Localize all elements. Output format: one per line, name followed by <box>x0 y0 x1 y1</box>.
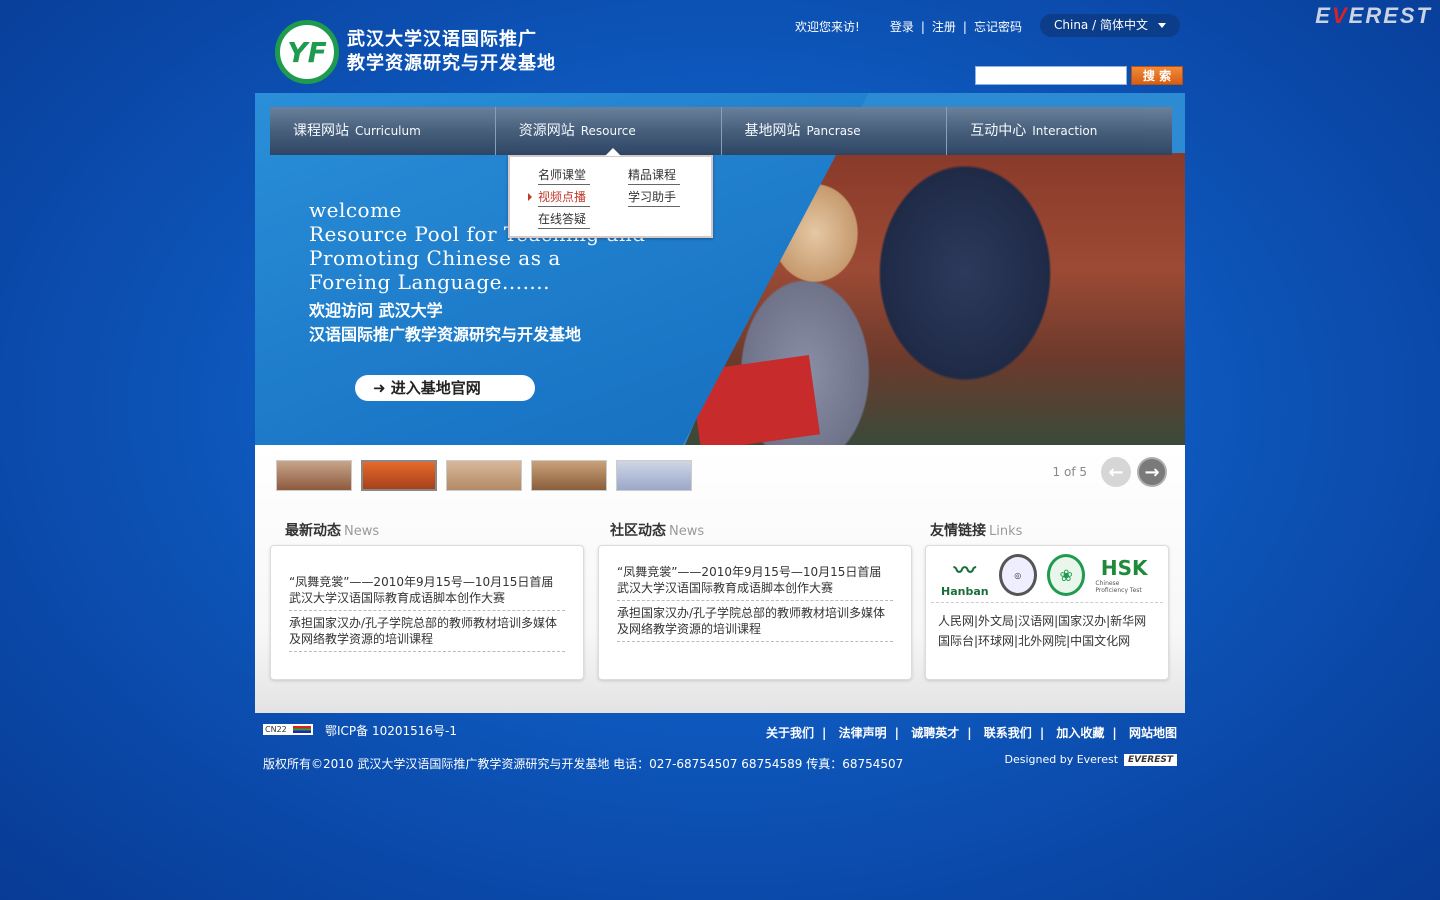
logo-emblem: YF <box>275 20 339 84</box>
thumbnail[interactable] <box>531 460 607 491</box>
partner-logos: 〰 Hanban ◎ ❀ HSK Chinese Proficiency Test <box>931 546 1163 603</box>
page-container: YF 武汉大学汉语国际推广 教学资源研究与开发基地 欢迎您来访! 登录 | 注册… <box>255 0 1185 900</box>
university-seal-logo[interactable]: ◎ <box>998 554 1037 596</box>
main-nav: 课程网站 Curriculum 资源网站 Resource 基地网站 Pancrase… <box>270 107 1172 155</box>
footer-link-legal[interactable]: 法律声明 <box>839 726 887 740</box>
dropdown-item[interactable]: 在线答疑 <box>538 211 590 229</box>
hero-banner: 课程网站 Curriculum 资源网站 Resource 基地网站 Pancrase… <box>255 93 1185 445</box>
friend-links: 人民网|外文局|汉语网|国家汉办|新华网 国际台|环球网|北外网院|中国文化网 <box>938 614 1147 648</box>
community-box: “凤舞竞裳”——2010年9月15号—10月15日首届武汉大学汉语国际教育成语脚… <box>598 545 912 680</box>
thumbnail-active[interactable] <box>361 460 437 491</box>
welcome-text: 欢迎您来访! <box>795 20 860 34</box>
news-item[interactable]: “凤舞竞裳”——2010年9月15号—10月15日首届武汉大学汉语国际教育成语脚… <box>289 570 565 611</box>
everest-mini-logo[interactable]: EVEREST <box>1124 753 1177 766</box>
search-input[interactable] <box>975 66 1127 85</box>
copyright-text: 版权所有©2010 武汉大学汉语国际推广教学资源研究与开发基地 电话：027-6… <box>263 757 904 771</box>
footer-link-sitemap[interactable]: 网站地图 <box>1129 726 1177 740</box>
thumbnail[interactable] <box>616 460 692 491</box>
site-logo[interactable]: YF 武汉大学汉语国际推广 教学资源研究与开发基地 <box>275 20 556 84</box>
icp-number: 鄂ICP备 10201516号-1 <box>325 724 458 738</box>
login-link[interactable]: 登录 <box>890 18 914 35</box>
links-title: 友情链接 Links <box>930 523 1023 539</box>
community-item[interactable]: “凤舞竞裳”——2010年9月15号—10月15日首届武汉大学汉语国际教育成语脚… <box>617 560 893 601</box>
news-title: 最新动态 News <box>285 523 380 539</box>
hanban-logo[interactable]: 〰 Hanban <box>941 554 989 598</box>
hsk-logo[interactable]: HSK Chinese Proficiency Test <box>1095 554 1153 596</box>
nav-item-pancrase[interactable]: 基地网站 Pancrase <box>722 107 948 155</box>
dropdown-item-active[interactable]: 视频点播 <box>528 189 590 207</box>
forgot-password-link[interactable]: 忘记密码 <box>974 18 1022 35</box>
news-item[interactable]: 承担国家汉办/孔子学院总部的教师教材培训多媒体及网络教学资源的培训课程 <box>289 611 565 652</box>
resource-dropdown: 名师课堂 精品课程 视频点播 学习助手 在线答疑 <box>508 148 713 238</box>
community-title: 社区动态 News <box>610 523 705 539</box>
top-links: 欢迎您来访! 登录 | 注册 | 忘记密码 <box>795 18 1022 35</box>
news-box: “凤舞竞裳”——2010年9月15号—10月15日首届武汉大学汉语国际教育成语脚… <box>270 545 584 680</box>
dropdown-item[interactable]: 学习助手 <box>628 189 680 207</box>
prev-arrow-icon[interactable]: ← <box>1101 457 1131 487</box>
slide-counter: 1 of 5 <box>1052 465 1087 479</box>
designed-by: Designed by Everest EVEREST <box>1004 753 1177 766</box>
enter-site-button[interactable]: ➜ 进入基地官网 <box>355 375 535 401</box>
thumbnail[interactable] <box>276 460 352 491</box>
community-item[interactable]: 承担国家汉办/孔子学院总部的教师教材培训多媒体及网络教学资源的培训课程 <box>617 601 893 642</box>
footer-link-jobs[interactable]: 诚聘英才 <box>911 726 959 740</box>
slider-pager: 1 of 5 ← → <box>1053 457 1167 487</box>
welcome-chinese: 欢迎访问 武汉大学 汉语国际推广教学资源研究与开发基地 <box>309 301 582 344</box>
search-button[interactable]: 搜 索 <box>1131 66 1183 85</box>
chevron-down-icon <box>1158 23 1166 28</box>
content-area: 1 of 5 ← → 最新动态 News “凤舞竞裳”——2010年9月15号—1… <box>255 445 1185 713</box>
footer-link-contact[interactable]: 联系我们 <box>984 726 1032 740</box>
site-name: 武汉大学汉语国际推广 教学资源研究与开发基地 <box>347 29 556 74</box>
links-box: 〰 Hanban ◎ ❀ HSK Chinese Proficiency Test … <box>925 545 1169 680</box>
register-link[interactable]: 注册 <box>932 18 956 35</box>
footer-link-bookmark[interactable]: 加入收藏 <box>1056 726 1104 740</box>
cnnic-badge[interactable]: CN22 <box>263 724 313 735</box>
nav-item-interaction[interactable]: 互动中心 Interaction <box>947 107 1172 155</box>
confucius-institute-logo[interactable]: ❀ <box>1047 554 1086 596</box>
next-arrow-icon[interactable]: → <box>1137 457 1167 487</box>
dropdown-item[interactable]: 精品课程 <box>628 167 680 185</box>
nav-item-curriculum[interactable]: 课程网站 Curriculum <box>270 107 496 155</box>
language-selector[interactable]: China / 简体中文 <box>1040 14 1180 37</box>
everest-watermark-logo: EVEREST <box>1315 3 1432 28</box>
thumbnail-strip <box>276 460 692 491</box>
footer-link-about[interactable]: 关于我们 <box>766 726 814 740</box>
thumbnail[interactable] <box>446 460 522 491</box>
footer-links: 关于我们 | 法律声明 | 诚聘英才 | 联系我们 | 加入收藏 | 网站地图 <box>766 726 1177 740</box>
dropdown-item[interactable]: 名师课堂 <box>538 167 590 185</box>
